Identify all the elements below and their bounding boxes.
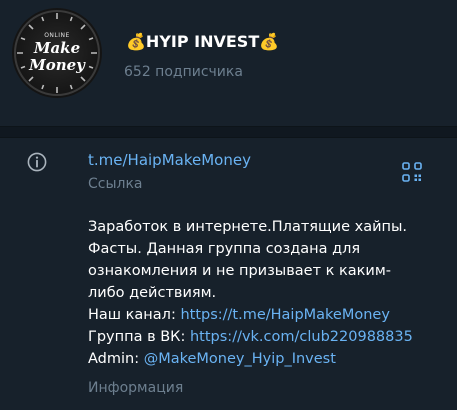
admin-mention-link[interactable]: @MakeMoney_Hyip_Invest — [144, 351, 336, 367]
link-label: Ссылка — [88, 176, 143, 192]
avatar-money-text: Money — [29, 56, 85, 74]
channel-link-row: Наш канал: https://t.me/HaipMakeMoney — [88, 304, 413, 326]
description-line: Фасты. Данная группа создана для — [88, 241, 361, 257]
channel-title: 💰HYIP INVEST💰 — [126, 32, 280, 51]
info-icon — [27, 152, 47, 172]
description-line: либо действиям. — [88, 285, 217, 301]
description-channel-link[interactable]: https://t.me/HaipMakeMoney — [180, 307, 390, 323]
qr-code-icon[interactable] — [402, 162, 422, 182]
avatar-online-text: ONLINE — [44, 32, 70, 39]
admin-label: Admin: — [88, 351, 144, 367]
description-line: ознакомления и не призывает к каким- — [88, 263, 392, 279]
channel-link-label: Наш канал: — [88, 307, 181, 323]
subscriber-count: 652 подписчика — [124, 64, 243, 80]
admin-row: Admin: @MakeMoney_Hyip_Invest — [88, 348, 413, 370]
description-label: Информация — [88, 380, 184, 396]
vk-link-row: Группа в ВК: https://vk.com/club22098883… — [88, 326, 413, 348]
vk-link-label: Группа в ВК: — [88, 329, 190, 345]
channel-avatar[interactable]: ONLINE Make Money — [12, 8, 102, 98]
avatar-make-text: Make — [33, 39, 81, 57]
channel-header: ONLINE Make Money 💰HYIP INVEST💰 652 подп… — [0, 0, 457, 126]
channel-description: Заработок в интернете.Платящие хайпы. Фа… — [88, 216, 413, 370]
description-line: Заработок в интернете.Платящие хайпы. — [88, 219, 408, 235]
channel-link[interactable]: t.me/HaipMakeMoney — [88, 151, 251, 169]
vk-group-link[interactable]: https://vk.com/club220988835 — [190, 329, 413, 345]
section-divider — [0, 126, 457, 138]
